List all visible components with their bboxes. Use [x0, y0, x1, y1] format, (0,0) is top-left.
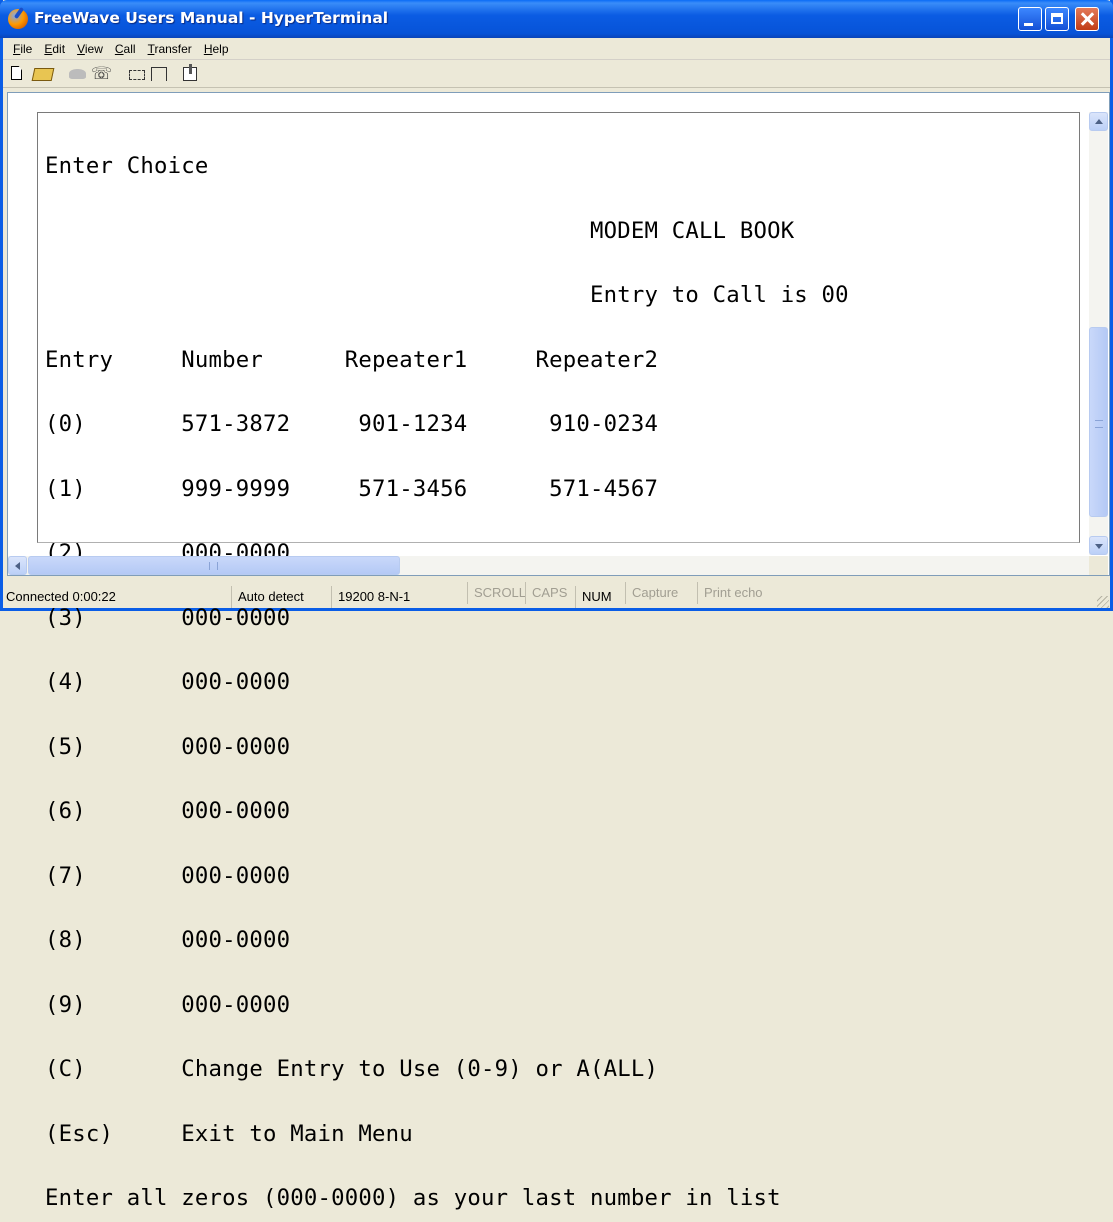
menu-call[interactable]: Call: [109, 42, 142, 56]
disconnect-icon[interactable]: ☏: [91, 65, 112, 83]
menu-view-accel: V: [77, 41, 85, 56]
title-bar[interactable]: FreeWave Users Manual - HyperTerminal: [0, 0, 1113, 38]
menu-help[interactable]: Help: [198, 42, 235, 56]
terminal-line: Enter all zeros (000-0000) as your last …: [45, 1185, 781, 1211]
receive-icon[interactable]: [151, 67, 167, 81]
terminal-screen[interactable]: Enter Choice MODEM CALL BOOK Entry to Ca…: [37, 112, 1080, 1209]
hyperterminal-window: FreeWave Users Manual - HyperTerminal Fi…: [0, 0, 1113, 1209]
terminal-line: (6) 000-0000: [45, 798, 291, 824]
scroll-up-button[interactable]: [1089, 112, 1108, 131]
maximize-button[interactable]: [1045, 7, 1069, 31]
terminal-line: (0) 571-3872 901-1234 910-0234: [45, 411, 659, 437]
menu-transfer-label: ransfer: [154, 41, 192, 56]
menu-help-label: elp: [212, 41, 229, 56]
status-settings: 19200 8-N-1: [331, 586, 429, 608]
terminal-line: (4) 000-0000: [45, 669, 291, 695]
menu-view[interactable]: View: [71, 42, 109, 56]
properties-icon[interactable]: [183, 64, 197, 81]
menu-call-label: all: [123, 41, 136, 56]
open-icon[interactable]: [31, 68, 55, 81]
terminal-line: (7) 000-0000: [45, 862, 291, 889]
window-title: FreeWave Users Manual - HyperTerminal: [34, 9, 389, 27]
resize-grip[interactable]: [1097, 596, 1109, 608]
terminal-line: (9) 000-0000: [45, 991, 291, 1018]
status-detect: Auto detect: [231, 586, 331, 608]
menu-edit[interactable]: Edit: [38, 42, 71, 56]
status-scroll: SCROLL: [467, 582, 526, 604]
menu-call-accel: C: [114, 41, 124, 56]
close-button[interactable]: [1075, 7, 1099, 31]
terminal-line: (1) 999-9999 571-3456 571-4567: [45, 475, 659, 502]
terminal-line: Entry to Call is 00: [45, 282, 849, 308]
terminal-line: MODEM CALL BOOK: [45, 217, 795, 244]
menu-transfer[interactable]: Transfer: [142, 42, 198, 56]
horizontal-scrollbar[interactable]: [8, 556, 1108, 575]
scroll-down-button[interactable]: [1089, 536, 1108, 555]
horizontal-scroll-thumb[interactable]: [28, 556, 400, 575]
status-print-echo: Print echo: [697, 582, 797, 604]
status-caps: CAPS: [525, 582, 575, 604]
menu-bar: File Edit View Call Transfer Help: [3, 38, 1110, 60]
new-icon[interactable]: [11, 66, 22, 80]
status-bar: Connected 0:00:22 Auto detect 19200 8-N-…: [3, 582, 1110, 608]
terminal-line: (5) 000-0000: [45, 733, 291, 760]
status-capture: Capture: [625, 582, 697, 604]
scroll-left-button[interactable]: [8, 556, 27, 575]
status-connected: Connected 0:00:22: [6, 589, 116, 604]
minimize-button[interactable]: [1018, 7, 1042, 31]
vertical-scroll-thumb[interactable]: [1089, 327, 1108, 517]
menu-edit-label: dit: [52, 41, 66, 56]
menu-view-label: iew: [84, 41, 103, 56]
call-icon[interactable]: [69, 69, 86, 79]
scrollbar-corner: [1089, 556, 1108, 575]
terminal-line: (Esc) Exit to Main Menu: [45, 1120, 413, 1147]
terminal-line: Entry Number Repeater1 Repeater2: [45, 346, 659, 373]
vertical-scrollbar[interactable]: [1089, 112, 1108, 555]
menu-file[interactable]: File: [7, 42, 38, 56]
status-num: NUM: [575, 586, 625, 608]
terminal-line: Enter Choice: [45, 153, 209, 179]
hyperterminal-app-icon[interactable]: [8, 9, 28, 29]
terminal-text: Enter Choice MODEM CALL BOOK Entry to Ca…: [45, 113, 849, 1222]
terminal-line: (8) 000-0000: [45, 927, 291, 953]
menu-file-label: ile: [20, 41, 33, 56]
terminal-line: (C) Change Entry to Use (0-9) or A(ALL): [45, 1056, 659, 1082]
toolbar: ☏: [3, 60, 1110, 88]
send-icon[interactable]: [129, 70, 145, 80]
